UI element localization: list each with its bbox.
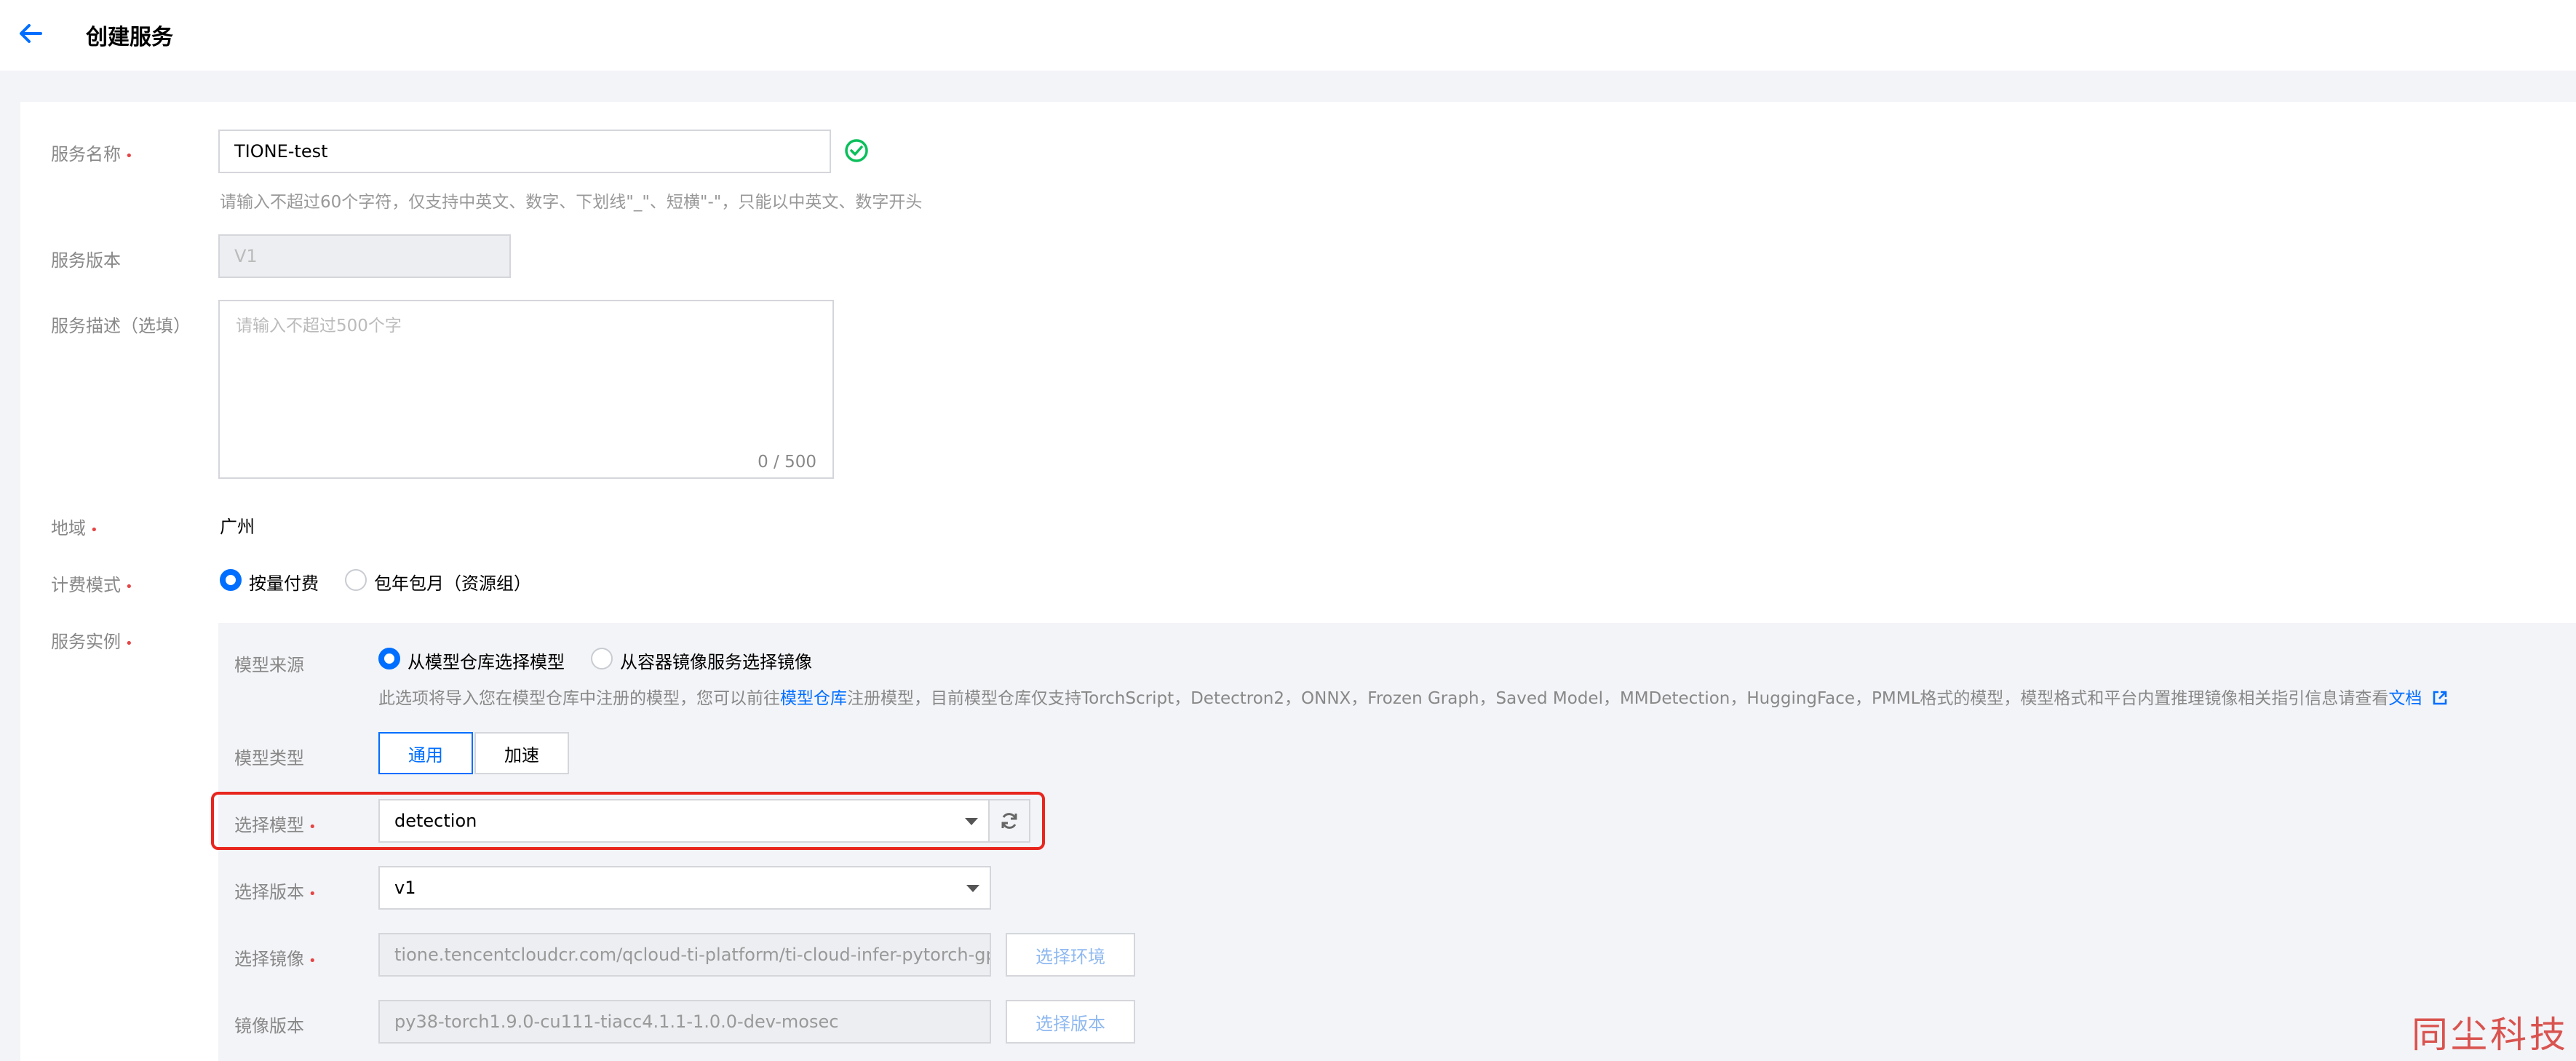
watermark: 同尘科技 xyxy=(2412,1014,2569,1056)
billing-option-payg[interactable]: 按量付费 xyxy=(249,569,319,595)
chevron-down-icon xyxy=(966,885,979,892)
region-value: 广州 xyxy=(220,517,255,537)
doc-link[interactable]: 文档 xyxy=(2388,689,2422,708)
source-radio-container[interactable] xyxy=(591,648,613,669)
model-type-label: 模型类型 xyxy=(234,748,304,768)
service-desc-label: 服务描述（选填） xyxy=(51,316,191,336)
service-desc-placeholder: 请输入不超过500个字 xyxy=(236,317,402,335)
highlight-box xyxy=(211,792,1045,850)
service-name-input[interactable]: TIONE-test xyxy=(218,130,831,173)
billing-label: 计费模式 • xyxy=(51,575,133,595)
source-option-container[interactable]: 从容器镜像服务选择镜像 xyxy=(620,648,812,673)
service-version-label: 服务版本 xyxy=(51,250,121,271)
billing-radio-payg[interactable] xyxy=(220,569,242,591)
select-image-input: tione.tencentcloudcr.com/qcloud-ti-platf… xyxy=(378,933,991,977)
billing-option-monthly[interactable]: 包年包月（资源组） xyxy=(374,569,531,595)
service-desc-textarea[interactable]: 请输入不超过500个字 0 / 500 xyxy=(218,300,834,479)
model-source-desc: 此选项将导入您在模型仓库中注册的模型，您可以前往模型仓库注册模型，目前模型仓库仅… xyxy=(378,684,2448,709)
service-name-hint: 请输入不超过60个字符，仅支持中英文、数字、下划线"_"、短横"-"，只能以中英… xyxy=(220,193,923,212)
model-type-general-button[interactable]: 通用 xyxy=(378,732,473,774)
image-version-input: py38-torch1.9.0-cu111-tiacc4.1.1-1.0.0-d… xyxy=(378,1000,991,1044)
select-version-dropdown[interactable]: v1 xyxy=(378,866,991,910)
check-circle-icon xyxy=(845,139,868,162)
instance-label: 服务实例 • xyxy=(51,632,133,652)
region-label: 地域 • xyxy=(51,518,98,539)
select-version-value: v1 xyxy=(394,878,416,898)
model-source-label: 模型来源 xyxy=(234,655,304,675)
source-option-registry[interactable]: 从模型仓库选择模型 xyxy=(408,648,565,673)
top-bar: 创建服务 xyxy=(0,0,2576,71)
select-environment-button[interactable]: 选择环境 xyxy=(1006,933,1135,977)
char-counter: 0 / 500 xyxy=(758,453,816,472)
page-title: 创建服务 xyxy=(86,25,173,50)
billing-radio-monthly[interactable] xyxy=(345,569,367,591)
model-type-accelerated-button[interactable]: 加速 xyxy=(474,732,569,774)
select-version-label: 选择版本 • xyxy=(234,882,317,902)
source-radio-registry[interactable] xyxy=(378,648,400,669)
back-arrow-icon[interactable] xyxy=(16,19,45,48)
image-version-label: 镜像版本 xyxy=(234,1016,304,1036)
model-registry-link[interactable]: 模型仓库 xyxy=(780,689,847,708)
external-link-icon[interactable] xyxy=(2432,690,2448,706)
service-version-input: V1 xyxy=(218,234,511,278)
select-image-version-button[interactable]: 选择版本 xyxy=(1006,1000,1135,1044)
service-name-label: 服务名称 • xyxy=(51,144,133,164)
select-image-label: 选择镜像 • xyxy=(234,949,317,969)
